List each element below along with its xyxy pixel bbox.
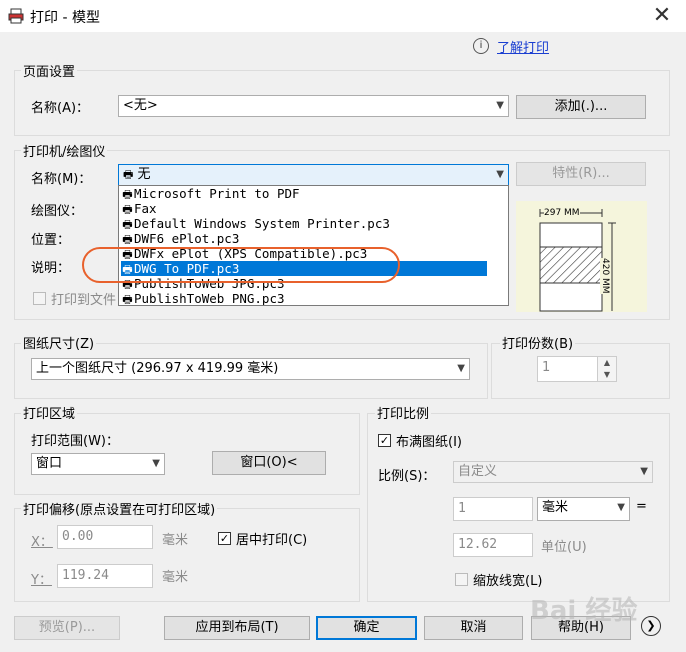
- printer-name-value: 无: [137, 167, 151, 182]
- plot-range-label: 打印范围(W)：: [31, 434, 119, 449]
- plot-offset-title: 打印偏移(原点设置在可打印区域): [21, 499, 218, 518]
- dropdown-item-label: DWG To PDF.pc3: [134, 261, 240, 276]
- plot-range-select[interactable]: 窗口 ▼: [31, 453, 165, 475]
- print-to-file-checkbox[interactable]: [33, 292, 46, 305]
- unit-label: 单位(U): [541, 540, 587, 555]
- printer-properties-button[interactable]: 特性(R)...: [516, 162, 646, 186]
- dropdown-item[interactable]: 🖶Default Windows System Printer.pc3: [121, 216, 487, 231]
- dropdown-item-label: Fax: [134, 201, 157, 216]
- scale-value1-input[interactable]: 1: [453, 497, 533, 521]
- ok-button[interactable]: 确定: [316, 616, 417, 640]
- chevron-down-icon: ▼: [640, 466, 648, 477]
- window-select-button[interactable]: 窗口(O)<: [212, 451, 326, 475]
- printer-app-icon: [8, 8, 24, 24]
- description-label: 说明：: [31, 261, 71, 276]
- dropdown-item[interactable]: 🖶PublishToWeb PNG.pc3: [121, 291, 487, 306]
- printer-icon: 🖶: [122, 293, 133, 306]
- offset-x-unit: 毫米: [162, 533, 189, 548]
- offset-y-label: Y：: [31, 573, 52, 588]
- paper-preview: [516, 201, 647, 312]
- window-title: 打印 - 模型: [30, 10, 100, 26]
- offset-x-label: X：: [31, 535, 53, 550]
- dropdown-item-label: PublishToWeb JPG.pc3: [134, 276, 285, 291]
- page-setup-title: 页面设置: [21, 61, 78, 80]
- copies-value: 1: [542, 360, 551, 375]
- printer-icon: 🖶: [122, 263, 133, 276]
- paper-size-select[interactable]: 上一个图纸尺寸 (296.97 x 419.99 毫米) ▼: [31, 358, 470, 380]
- scale-select[interactable]: 自定义 ▼: [453, 461, 653, 483]
- chevron-down-icon: ▼: [617, 502, 625, 513]
- page-setup-name-label: 名称(A)：: [31, 101, 90, 116]
- preview-button[interactable]: 预览(P)...: [14, 616, 120, 640]
- fit-to-paper-label: 布满图纸(I): [396, 435, 462, 450]
- printer-icon: 🖶: [122, 278, 133, 291]
- scale-lineweights-label: 缩放线宽(L): [473, 574, 543, 589]
- print-to-file-label: 打印到文件: [51, 293, 117, 308]
- scale-value2-input[interactable]: 12.62: [453, 533, 533, 557]
- copies-title: 打印份数(B): [500, 333, 576, 352]
- add-page-setup-button[interactable]: 添加(.)...: [516, 95, 646, 119]
- dropdown-item-label: PublishToWeb PNG.pc3: [134, 291, 285, 306]
- dropdown-item[interactable]: 🖶Fax: [121, 201, 487, 216]
- offset-x-input[interactable]: 0.00: [57, 525, 153, 549]
- chevron-down-icon: ▼: [152, 458, 160, 469]
- dropdown-item[interactable]: 🖶DWG To PDF.pc3: [121, 261, 487, 276]
- dropdown-item-label: Microsoft Print to PDF: [134, 186, 300, 201]
- fit-to-paper-checkbox[interactable]: ✓: [378, 434, 391, 447]
- learn-print-link[interactable]: 了解打印: [497, 37, 549, 56]
- dropdown-item[interactable]: 🖶DWFx ePlot (XPS Compatible).pc3: [121, 246, 487, 261]
- scale-unit-select[interactable]: 毫米 ▼: [537, 497, 630, 521]
- chevron-down-icon: ▼: [496, 169, 504, 180]
- printer-name-label: 名称(M)：: [31, 172, 92, 187]
- cancel-button[interactable]: 取消: [424, 616, 523, 640]
- plot-area-title: 打印区域: [21, 403, 78, 422]
- paper-height-label: 420 MM: [600, 258, 610, 294]
- paper-size-title: 图纸尺寸(Z): [21, 333, 97, 352]
- dropdown-item[interactable]: 🖶PublishToWeb JPG.pc3: [121, 276, 487, 291]
- scale-label: 比例(S)：: [378, 469, 436, 484]
- location-label: 位置：: [31, 233, 71, 248]
- plot-range-value: 窗口: [36, 456, 63, 471]
- info-icon: i: [473, 38, 489, 54]
- paper-width-label: 297 MM: [544, 208, 580, 218]
- printer-icon: 🖶: [122, 188, 133, 201]
- spin-down-icon[interactable]: ▼: [597, 369, 616, 381]
- scale-unit-value: 毫米: [542, 500, 569, 515]
- printer-icon: 🖶: [122, 218, 133, 231]
- spin-up-icon[interactable]: ▲: [597, 357, 616, 369]
- center-plot-label: 居中打印(C): [236, 533, 308, 548]
- plotter-label: 绘图仪：: [31, 204, 84, 219]
- dropdown-item-label: Default Windows System Printer.pc3: [134, 216, 390, 231]
- printer-icon: 🖶: [122, 248, 133, 261]
- paper-preview-drawing: [539, 209, 616, 312]
- printer-icon: 🖶: [123, 168, 134, 181]
- chevron-down-icon: ▼: [457, 363, 465, 374]
- watermark: Bai 经验: [530, 596, 638, 626]
- dropdown-item[interactable]: 🖶Microsoft Print to PDF: [121, 186, 487, 201]
- apply-to-layout-button[interactable]: 应用到布局(T): [164, 616, 310, 640]
- printer-dropdown-list[interactable]: 🖶Microsoft Print to PDF 🖶Fax 🖶Default Wind…: [118, 185, 509, 306]
- offset-y-input[interactable]: 119.24: [57, 564, 153, 588]
- copies-spinner[interactable]: 1 ▲ ▼: [537, 356, 617, 382]
- chevron-down-icon: ▼: [496, 100, 504, 111]
- scale-value: 自定义: [458, 464, 498, 479]
- paper-size-value: 上一个图纸尺寸 (296.97 x 419.99 毫米): [36, 361, 279, 376]
- close-icon[interactable]: ✕: [650, 4, 674, 28]
- printer-name-select[interactable]: 🖶 无 ▼: [118, 164, 509, 186]
- center-plot-checkbox[interactable]: ✓: [218, 532, 231, 545]
- page-setup-name-select[interactable]: <无> ▼: [118, 95, 509, 117]
- printer-icon: 🖶: [122, 203, 133, 216]
- offset-y-unit: 毫米: [162, 570, 189, 585]
- dropdown-item-label: DWFx ePlot (XPS Compatible).pc3: [134, 246, 368, 261]
- printer-icon: 🖶: [122, 233, 133, 246]
- expand-arrow-icon[interactable]: ❯: [641, 616, 661, 636]
- printer-title: 打印机/绘图仪: [21, 141, 108, 160]
- scale-lineweights-checkbox[interactable]: [455, 573, 468, 586]
- plot-scale-title: 打印比例: [375, 403, 432, 422]
- page-setup-name-value: <无>: [123, 98, 158, 113]
- title-bar: 打印 - 模型 ✕: [0, 0, 686, 33]
- dropdown-item-label: DWF6 ePlot.pc3: [134, 231, 240, 246]
- equals-sign: =: [636, 499, 647, 514]
- dropdown-item[interactable]: 🖶DWF6 ePlot.pc3: [121, 231, 487, 246]
